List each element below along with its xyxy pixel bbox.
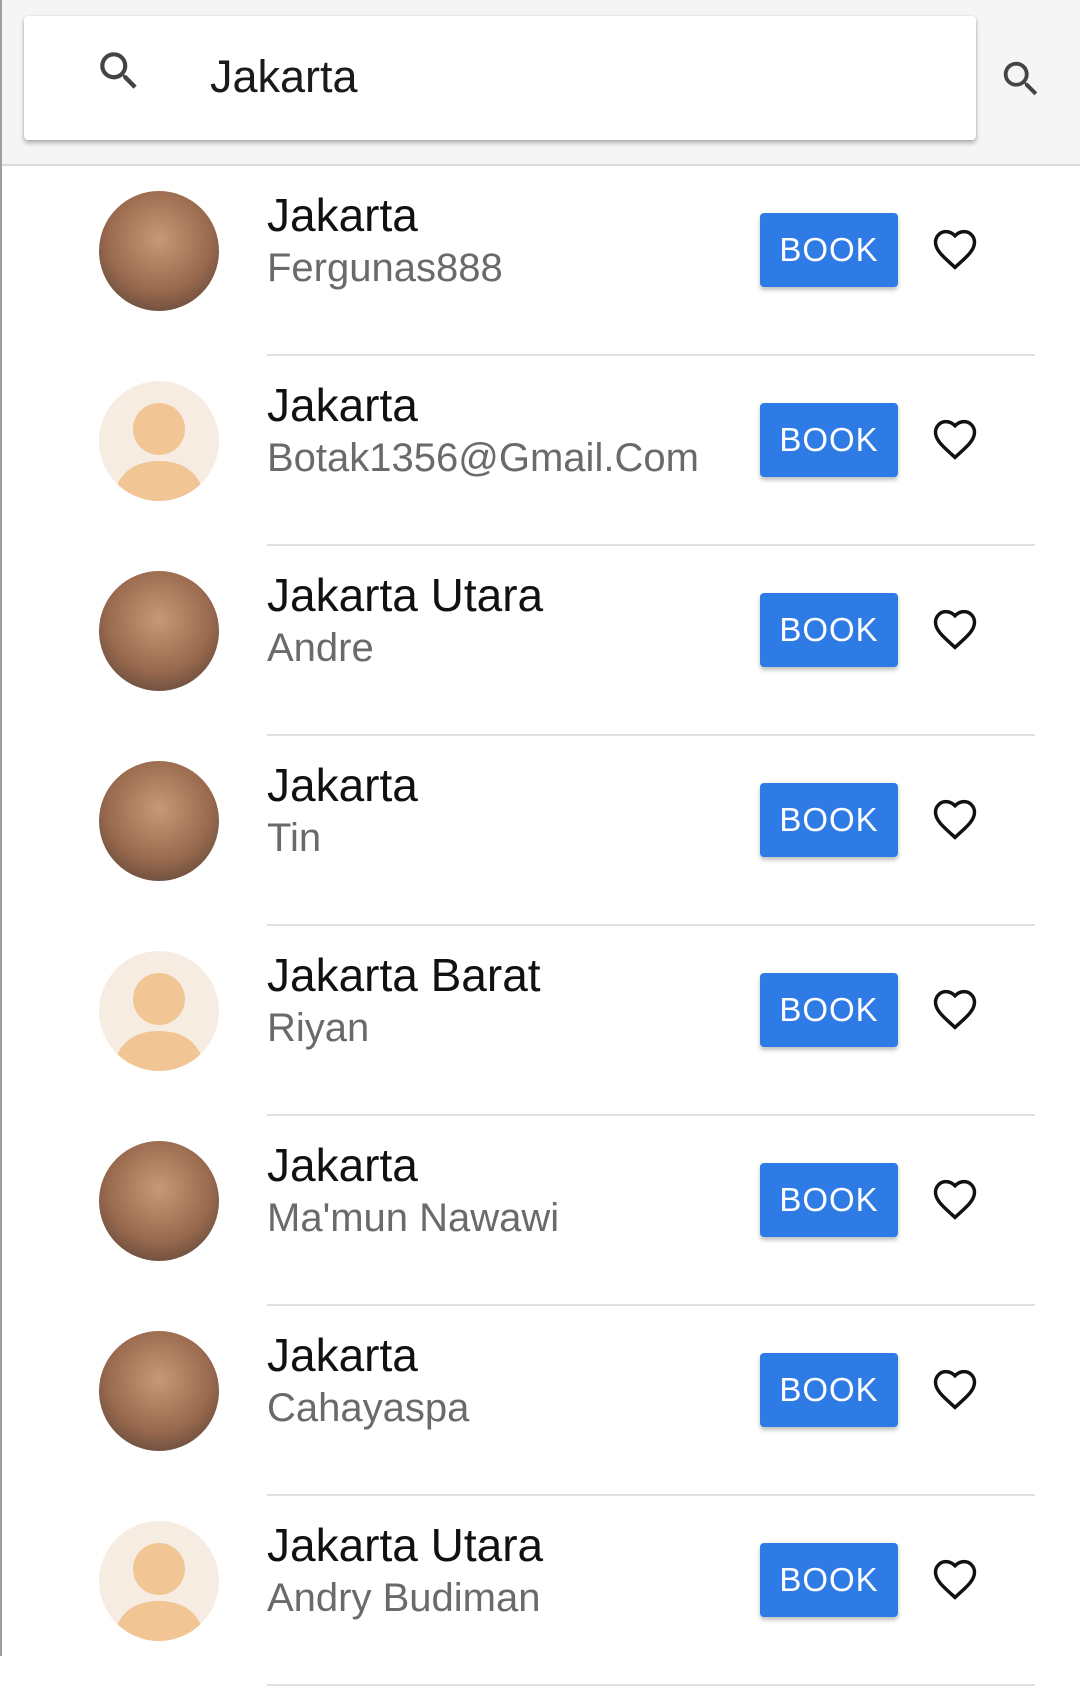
provider-name: Cahayaspa bbox=[267, 1386, 470, 1430]
favorite-heart-icon[interactable] bbox=[927, 223, 983, 275]
provider-name: Botak1356@Gmail.Com bbox=[267, 436, 699, 480]
search-icon bbox=[94, 46, 144, 96]
list-item[interactable]: Jakarta Utara Andry Budiman BOOK bbox=[2, 1496, 1080, 1686]
search-submit-icon[interactable] bbox=[998, 56, 1048, 106]
book-button[interactable]: BOOK bbox=[760, 783, 898, 857]
book-button[interactable]: BOOK bbox=[760, 1543, 898, 1617]
avatar bbox=[99, 381, 219, 501]
favorite-heart-icon[interactable] bbox=[927, 413, 983, 465]
location-title: Jakarta Utara bbox=[267, 569, 544, 621]
favorite-heart-icon[interactable] bbox=[927, 1173, 983, 1225]
results-list: Jakarta Fergunas888 BOOK Jakarta Botak1356@G… bbox=[2, 166, 1080, 1686]
provider-name: Andre bbox=[267, 626, 374, 670]
provider-name: Andry Budiman bbox=[267, 1576, 541, 1620]
search-input[interactable] bbox=[188, 42, 950, 112]
favorite-heart-icon[interactable] bbox=[927, 1363, 983, 1415]
provider-name: Riyan bbox=[267, 1006, 370, 1050]
avatar bbox=[99, 761, 219, 881]
book-button[interactable]: BOOK bbox=[760, 1163, 898, 1237]
location-title: Jakarta Barat bbox=[267, 949, 541, 1001]
provider-name: Fergunas888 bbox=[267, 246, 503, 290]
location-title: Jakarta bbox=[267, 1139, 418, 1191]
avatar bbox=[99, 191, 219, 311]
book-button[interactable]: BOOK bbox=[760, 403, 898, 477]
avatar bbox=[99, 1331, 219, 1451]
favorite-heart-icon[interactable] bbox=[927, 1553, 983, 1605]
list-item[interactable]: Jakarta Botak1356@Gmail.Com BOOK bbox=[2, 356, 1080, 546]
list-item[interactable]: Jakarta Cahayaspa BOOK bbox=[2, 1306, 1080, 1496]
location-title: Jakarta bbox=[267, 379, 418, 431]
book-button[interactable]: BOOK bbox=[760, 593, 898, 667]
location-title: Jakarta bbox=[267, 759, 418, 811]
location-title: Jakarta Utara bbox=[267, 1519, 544, 1571]
favorite-heart-icon[interactable] bbox=[927, 793, 983, 845]
provider-name: Ma'mun Nawawi bbox=[267, 1196, 560, 1240]
avatar bbox=[99, 571, 219, 691]
location-title: Jakarta bbox=[267, 1329, 418, 1381]
favorite-heart-icon[interactable] bbox=[927, 603, 983, 655]
book-button[interactable]: BOOK bbox=[760, 973, 898, 1047]
list-item[interactable]: Jakarta Utara Andre BOOK bbox=[2, 546, 1080, 736]
top-app-bar bbox=[2, 0, 1080, 166]
search-box[interactable] bbox=[24, 16, 976, 140]
book-button[interactable]: BOOK bbox=[760, 1353, 898, 1427]
list-item[interactable]: Jakarta Tin BOOK bbox=[2, 736, 1080, 926]
list-item[interactable]: Jakarta Fergunas888 BOOK bbox=[2, 166, 1080, 356]
list-item[interactable]: Jakarta Ma'mun Nawawi BOOK bbox=[2, 1116, 1080, 1306]
location-title: Jakarta bbox=[267, 189, 418, 241]
provider-name: Tin bbox=[267, 816, 322, 860]
avatar bbox=[99, 951, 219, 1071]
favorite-heart-icon[interactable] bbox=[927, 983, 983, 1035]
list-item[interactable]: Jakarta Barat Riyan BOOK bbox=[2, 926, 1080, 1116]
book-button[interactable]: BOOK bbox=[760, 213, 898, 287]
avatar bbox=[99, 1141, 219, 1261]
avatar bbox=[99, 1521, 219, 1641]
